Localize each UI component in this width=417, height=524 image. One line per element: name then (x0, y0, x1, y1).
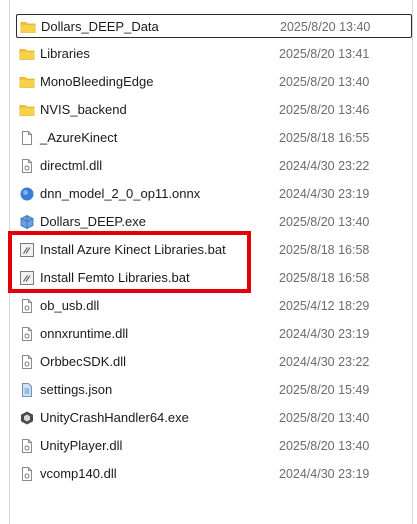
file-modified-date: 2025/8/20 13:40 (280, 20, 371, 34)
file-row-vcomp140-dll[interactable]: vcomp140.dll 2024/4/30 23:19 (16, 462, 412, 486)
file-modified-date: 2025/8/20 13:40 (279, 215, 370, 229)
file-modified-date: 2024/4/30 23:19 (279, 327, 370, 341)
dll-file-icon (19, 326, 35, 342)
folder-icon (19, 102, 35, 118)
file-row-directml-dll[interactable]: directml.dll 2024/4/30 23:22 (16, 154, 412, 178)
file-row-settings-json[interactable]: settings.json 2025/8/20 15:49 (16, 378, 412, 402)
file-modified-date: 2024/4/30 23:22 (279, 159, 370, 173)
file-row-dollars-deep-exe[interactable]: Dollars_DEEP.exe 2025/8/20 13:40 (16, 210, 412, 234)
unity-exe-icon (19, 410, 35, 426)
onnx-file-icon (19, 186, 35, 202)
file-row-install-femto-bat[interactable]: Install Femto Libraries.bat 2025/8/18 16… (16, 266, 412, 290)
file-row-dollars-deep-data[interactable]: Dollars_DEEP_Data 2025/8/20 13:40 (16, 14, 412, 38)
file-name: UnityPlayer.dll (40, 438, 123, 453)
file-modified-date: 2025/8/20 13:40 (279, 75, 370, 89)
file-row-install-azure-kinect-bat[interactable]: Install Azure Kinect Libraries.bat 2025/… (16, 238, 412, 262)
file-name: vcomp140.dll (40, 466, 117, 481)
file-modified-date: 2025/8/20 13:40 (279, 439, 370, 453)
json-file-icon (19, 382, 35, 398)
file-row-unityplayer-dll[interactable]: UnityPlayer.dll 2025/8/20 13:40 (16, 434, 412, 458)
file-name: onnxruntime.dll (40, 326, 129, 341)
file-name: Dollars_DEEP.exe (40, 214, 146, 229)
file-row-unitycrashhandler-exe[interactable]: UnityCrashHandler64.exe 2025/8/20 13:40 (16, 406, 412, 430)
blank-file-icon (19, 130, 35, 146)
file-name: _AzureKinect (40, 130, 118, 145)
file-modified-date: 2025/8/20 13:41 (279, 47, 370, 61)
file-name: ob_usb.dll (40, 298, 100, 313)
file-name: dnn_model_2_0_op11.onnx (40, 186, 201, 201)
file-row-orbbecsdk-dll[interactable]: OrbbecSDK.dll 2024/4/30 23:22 (16, 350, 412, 374)
file-name: settings.json (40, 382, 113, 397)
file-modified-date: 2025/8/18 16:58 (279, 243, 370, 257)
file-row-azurekinect[interactable]: _AzureKinect 2025/8/18 16:55 (16, 126, 412, 150)
dll-file-icon (19, 158, 35, 174)
folder-icon (19, 74, 35, 90)
dll-file-icon (19, 438, 35, 454)
right-divider (412, 0, 413, 524)
dll-file-icon (19, 466, 35, 482)
file-row-monobleedingedge[interactable]: MonoBleedingEdge 2025/8/20 13:40 (16, 70, 412, 94)
file-name: NVIS_backend (40, 102, 127, 117)
folder-icon (19, 46, 35, 62)
file-row-ob-usb-dll[interactable]: ob_usb.dll 2025/4/12 18:29 (16, 294, 412, 318)
file-modified-date: 2025/8/20 13:40 (279, 411, 370, 425)
file-name: directml.dll (40, 158, 103, 173)
file-row-nvis-backend[interactable]: NVIS_backend 2025/8/20 13:46 (16, 98, 412, 122)
file-row-dnn-model-onnx[interactable]: dnn_model_2_0_op11.onnx 2024/4/30 23:19 (16, 182, 412, 206)
file-modified-date: 2024/4/30 23:22 (279, 355, 370, 369)
dll-file-icon (19, 298, 35, 314)
file-name: OrbbecSDK.dll (40, 354, 126, 369)
file-name: Libraries (40, 46, 90, 61)
file-modified-date: 2025/8/20 15:49 (279, 383, 370, 397)
file-modified-date: 2025/8/18 16:55 (279, 131, 370, 145)
exe-app-icon (19, 214, 35, 230)
file-modified-date: 2024/4/30 23:19 (279, 467, 370, 481)
file-list-pane: Dollars_DEEP_Data 2025/8/20 13:40 Librar… (0, 0, 417, 524)
file-name: Install Azure Kinect Libraries.bat (40, 242, 226, 257)
file-name: MonoBleedingEdge (40, 74, 154, 89)
file-name: Dollars_DEEP_Data (41, 19, 159, 34)
file-row-onnxruntime-dll[interactable]: onnxruntime.dll 2024/4/30 23:19 (16, 322, 412, 346)
batch-file-icon (19, 242, 35, 258)
batch-file-icon (19, 270, 35, 286)
file-name: UnityCrashHandler64.exe (40, 410, 189, 425)
folder-icon (20, 19, 36, 35)
file-modified-date: 2024/4/30 23:19 (279, 187, 370, 201)
left-divider (9, 0, 10, 524)
dll-file-icon (19, 354, 35, 370)
file-modified-date: 2025/4/12 18:29 (279, 299, 370, 313)
file-modified-date: 2025/8/18 16:58 (279, 271, 370, 285)
file-name: Install Femto Libraries.bat (40, 270, 190, 285)
file-row-libraries[interactable]: Libraries 2025/8/20 13:41 (16, 42, 412, 66)
file-modified-date: 2025/8/20 13:46 (279, 103, 370, 117)
